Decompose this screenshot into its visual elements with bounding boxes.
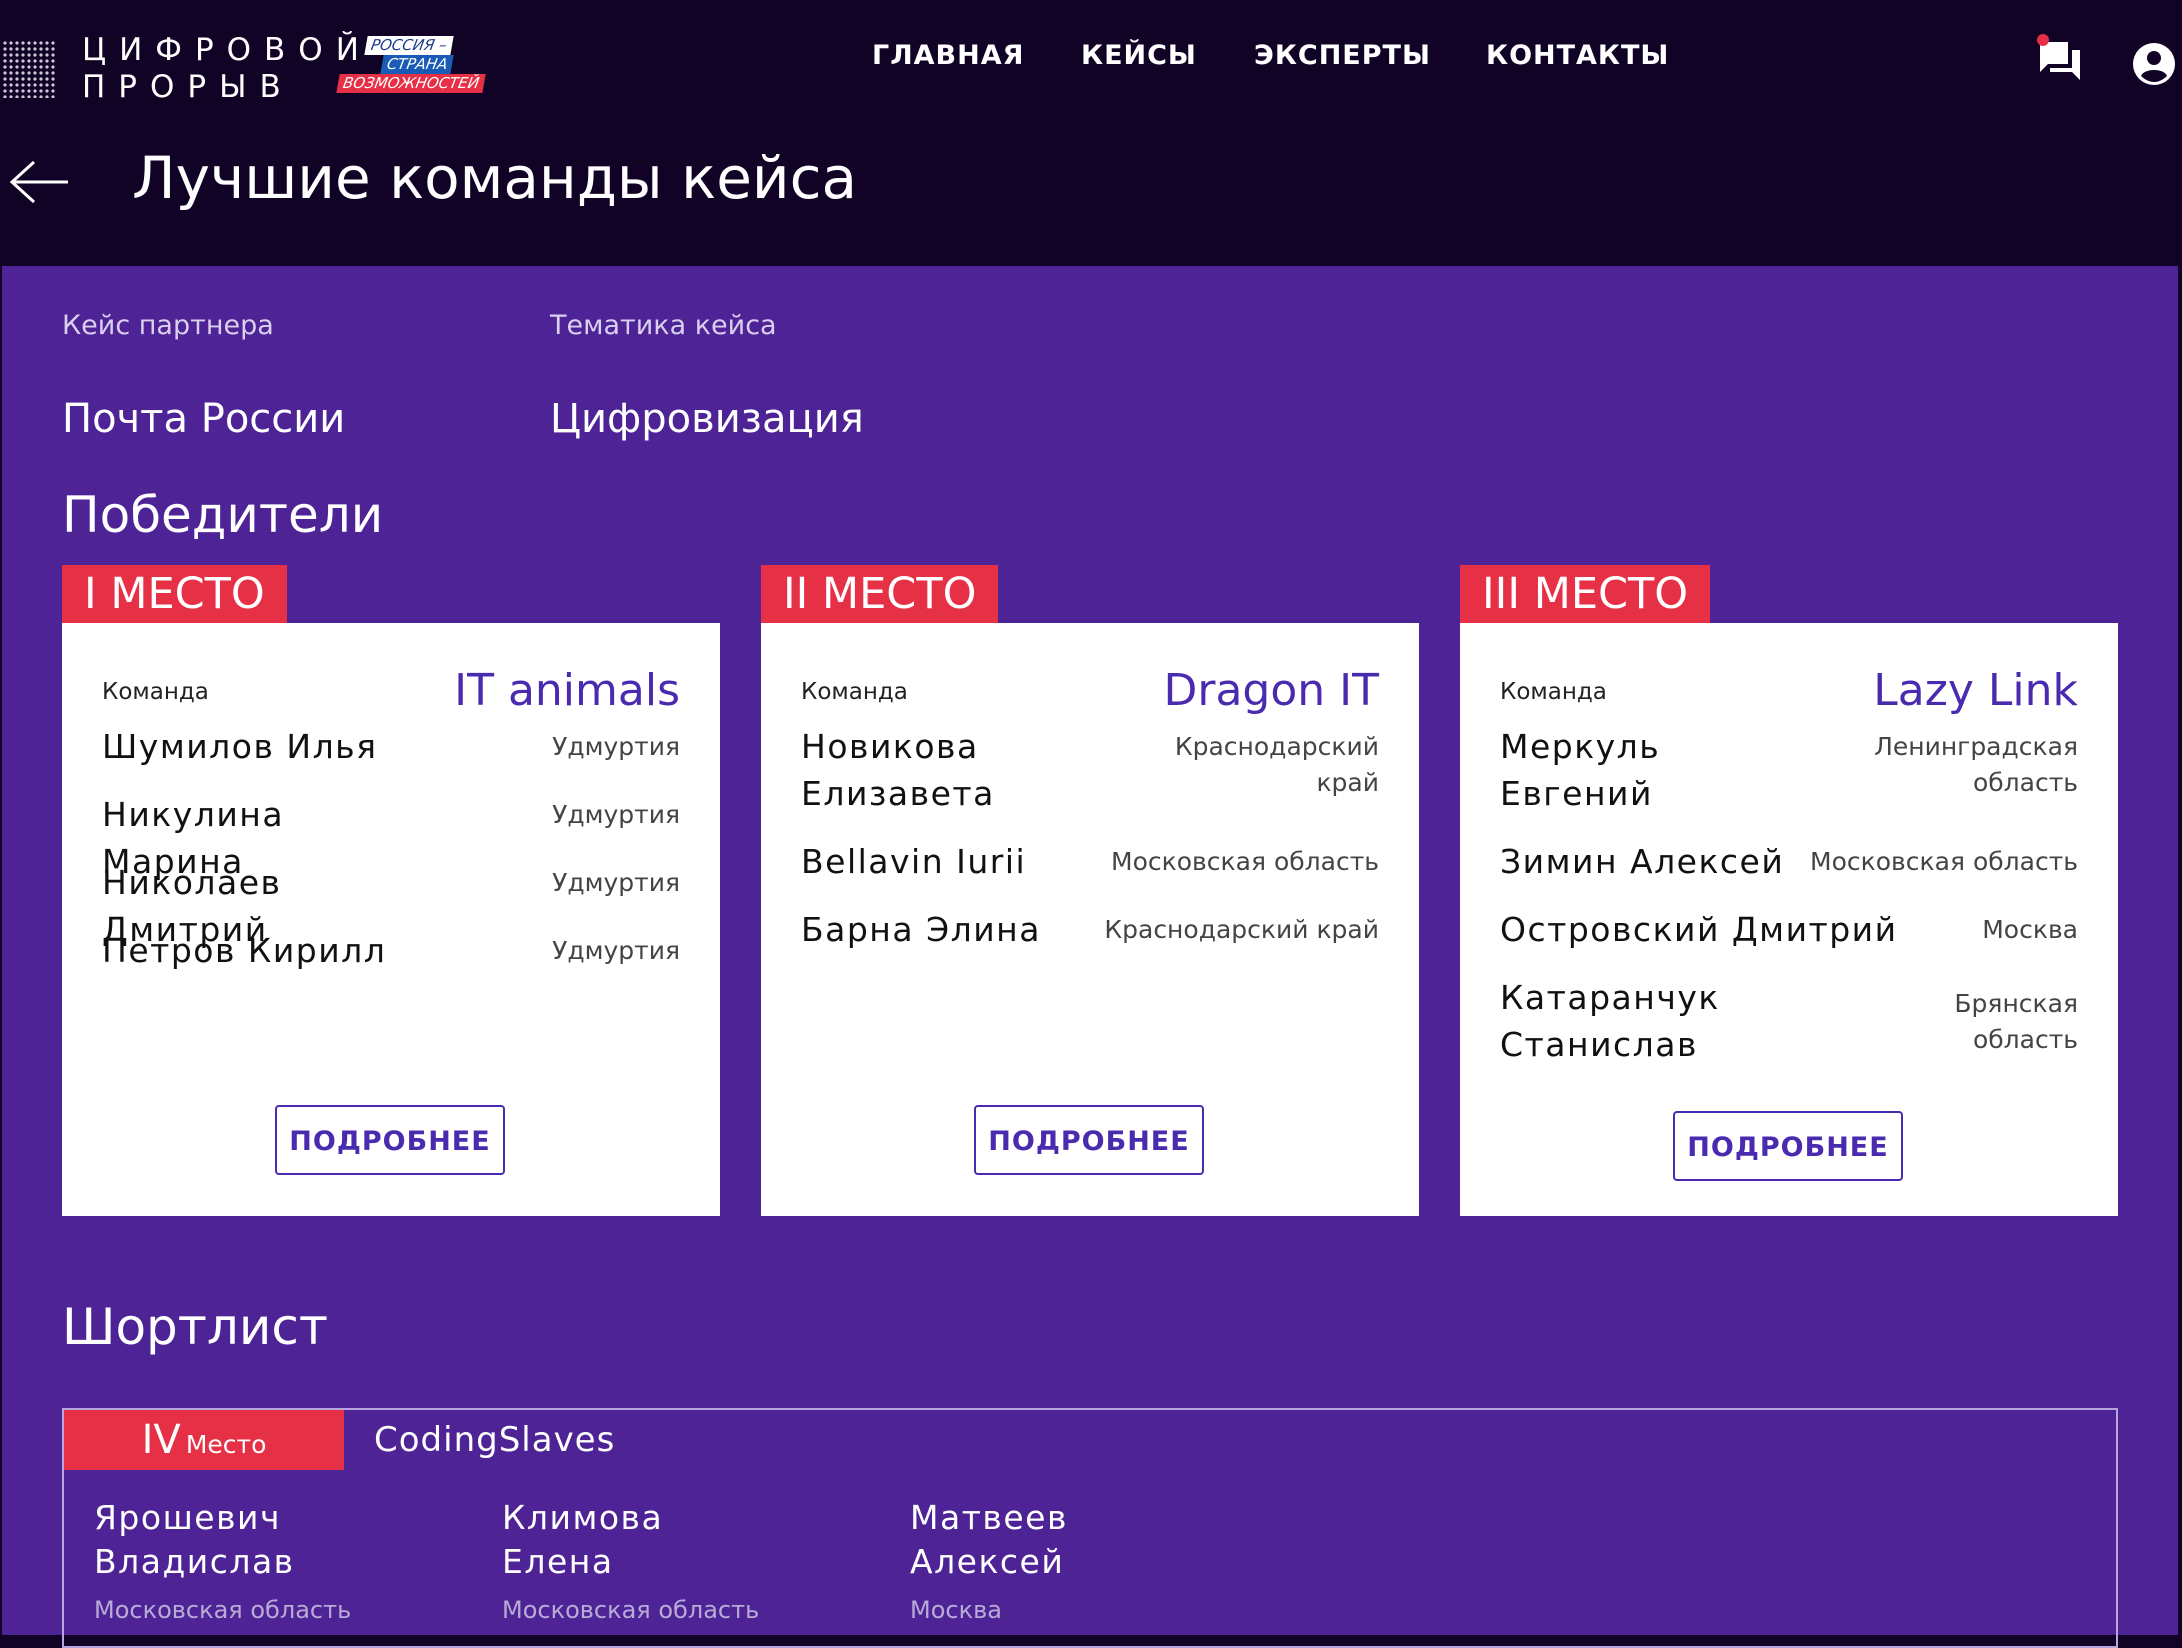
member-name: Барна Элина <box>801 910 1041 949</box>
nav-main[interactable]: ГЛАВНАЯ <box>872 40 1024 71</box>
partner-value: Почта России <box>62 396 346 442</box>
back-arrow-icon[interactable] <box>8 158 70 206</box>
team-name: Lazy Link <box>1873 665 2078 716</box>
member-region: Московская область <box>94 1596 352 1624</box>
nav-cases[interactable]: КЕЙСЫ <box>1081 40 1197 71</box>
team-label: Команда <box>1500 679 1607 705</box>
logo-dots-icon[interactable] <box>2 40 56 98</box>
top-bar: ЦИФРОВОЙ ПРОРЫВ РОССИЯ – СТРАНА ВОЗМОЖНО… <box>0 0 2182 120</box>
member-region: Удмуртия <box>552 868 680 897</box>
member-name: Матвеев Алексей <box>910 1498 1068 1581</box>
topic-label: Тематика кейса <box>550 310 777 341</box>
member-region: Москва <box>910 1596 1002 1624</box>
russia-badge: РОССИЯ – СТРАНА ВОЗМОЖНОСТЕЙ <box>336 34 490 96</box>
member-region: Москва <box>1982 915 2078 944</box>
logo-line-2: ПРОРЫВ <box>82 69 294 105</box>
member-region: Московская область <box>1111 847 1379 876</box>
place-tag-4: IV Место <box>64 1410 344 1470</box>
member-name: Меркуль Евгений <box>1500 727 1661 813</box>
topic-value: Цифровизация <box>550 396 864 442</box>
member-region: Краснодарский край <box>1174 732 1379 797</box>
member-name: Островский Дмитрий <box>1500 910 1898 949</box>
winner-card-1: Команда IT animals Шумилов Илья Удмуртия… <box>62 623 720 1216</box>
member-region: Краснодарский край <box>1104 915 1379 944</box>
nav-experts[interactable]: ЭКСПЕРТЫ <box>1254 40 1431 71</box>
member-region: Удмуртия <box>552 800 680 829</box>
member-name: Bellavin Iurii <box>801 842 1027 881</box>
team-label: Команда <box>801 679 908 705</box>
member-region: Московская область <box>1810 847 2078 876</box>
member-name: Шумилов Илья <box>102 727 378 766</box>
shortlist-title: Шортлист <box>62 1298 328 1356</box>
page: ЦИФРОВОЙ ПРОРЫВ РОССИЯ – СТРАНА ВОЗМОЖНО… <box>0 0 2182 1648</box>
place-tag-2: II МЕСТО <box>761 565 999 623</box>
member-region: Московская область <box>502 1596 760 1624</box>
winner-card-2: Команда Dragon IT Новикова Елизавета Кра… <box>761 623 1419 1216</box>
partner-label: Кейс партнера <box>62 310 274 341</box>
team-label: Команда <box>102 679 209 705</box>
place-word: Место <box>185 1430 267 1459</box>
place-tag-3: III МЕСТО <box>1460 565 1711 623</box>
team-name: Dragon IT <box>1163 665 1379 716</box>
member-region: Ленинградская область <box>1874 732 2078 797</box>
more-button-1[interactable]: ПОДРОБНЕЕ <box>275 1105 505 1175</box>
member-name: Зимин Алексей <box>1500 842 1785 881</box>
member-region: Удмуртия <box>552 936 680 965</box>
badge-line-3: ВОЗМОЖНОСТЕЙ <box>336 74 486 93</box>
member-name: Петров Кирилл <box>102 931 387 970</box>
more-button-2[interactable]: ПОДРОБНЕЕ <box>974 1105 1204 1175</box>
user-icon[interactable] <box>2132 42 2176 86</box>
team-name: IT animals <box>454 665 680 716</box>
member-region: Удмуртия <box>552 732 680 761</box>
page-title: Лучшие команды кейса <box>132 144 857 212</box>
badge-line-2: СТРАНА <box>380 55 455 74</box>
shortlist-member: Ярошевич Владислав Московская область <box>94 1496 414 1624</box>
shortlist-member: Матвеев Алексей Москва <box>910 1496 1090 1624</box>
notification-dot <box>2037 34 2049 46</box>
member-name: Катаранчук Станислав <box>1500 978 1720 1064</box>
member-name: Ярошевич Владислав <box>94 1498 295 1581</box>
place-tag-1: I МЕСТО <box>62 565 287 623</box>
more-button-3[interactable]: ПОДРОБНЕЕ <box>1673 1111 1903 1181</box>
member-name: Климова Елена <box>502 1498 664 1581</box>
shortlist-member: Климова Елена Московская область <box>502 1496 759 1624</box>
place-number: IV <box>141 1417 181 1463</box>
logo-line-1: ЦИФРОВОЙ <box>82 32 372 68</box>
member-region: Брянская область <box>1954 989 2078 1054</box>
member-name: Новикова Елизавета <box>801 727 995 813</box>
winners-title: Победители <box>62 486 384 544</box>
shortlist-team-name: CodingSlaves <box>374 1420 616 1460</box>
badge-line-1: РОССИЯ – <box>364 36 454 55</box>
nav-contacts[interactable]: КОНТАКТЫ <box>1486 40 1669 71</box>
winner-card-3: Команда Lazy Link Меркуль Евгений Ленинг… <box>1460 623 2118 1216</box>
logo-text[interactable]: ЦИФРОВОЙ ПРОРЫВ <box>82 32 372 106</box>
